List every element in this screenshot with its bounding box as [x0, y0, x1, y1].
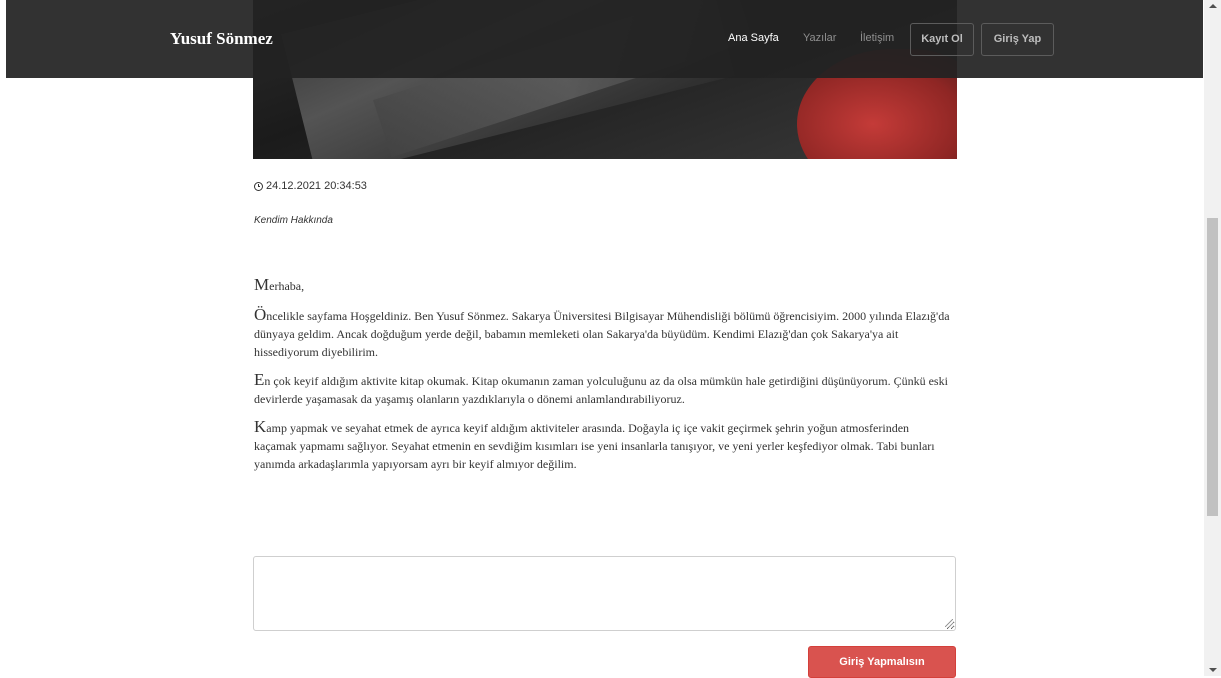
nav-link-contact[interactable]: İletişim — [860, 32, 894, 44]
login-button[interactable]: Giriş Yap — [981, 23, 1054, 56]
brand-link[interactable]: Yusuf Sönmez — [170, 29, 273, 49]
scroll-up-arrow-icon[interactable] — [1209, 4, 1217, 8]
dropcap: Ö — [254, 305, 267, 324]
dropcap: K — [254, 417, 267, 436]
page-scrollbar[interactable] — [1204, 0, 1221, 676]
clock-icon — [254, 181, 263, 191]
post-paragraph: Merhaba, — [254, 276, 954, 295]
post-paragraph: En çok keyif aldığım aktivite kitap okum… — [254, 371, 954, 408]
paragraph-text: n çok keyif aldığım aktivite kitap okuma… — [254, 374, 948, 406]
post-paragraph: Öncelikle sayfama Hoşgeldiniz. Ben Yusuf… — [254, 306, 954, 361]
paragraph-text: erhaba, — [269, 279, 305, 293]
submit-comment-button[interactable]: Giriş Yapmalısın — [808, 646, 956, 678]
nav-link-posts[interactable]: Yazılar — [803, 32, 836, 44]
post-category: Kendim Hakkında — [254, 215, 333, 226]
post-body: Merhaba, Öncelikle sayfama Hoşgeldiniz. … — [254, 276, 954, 483]
post-timestamp: 24.12.2021 20:34:53 — [254, 180, 367, 192]
dropcap: M — [254, 275, 270, 294]
paragraph-text: ncelikle sayfama Hoşgeldiniz. Ben Yusuf … — [254, 309, 950, 359]
paragraph-text: amp yapmak ve seyahat etmek de ayrıca ke… — [254, 421, 935, 471]
post-timestamp-text: 24.12.2021 20:34:53 — [266, 180, 367, 192]
textarea-resize-handle[interactable] — [945, 619, 953, 627]
comment-textarea[interactable] — [253, 556, 956, 631]
scroll-thumb[interactable] — [1207, 218, 1218, 516]
scroll-down-arrow-icon[interactable] — [1209, 668, 1217, 672]
dropcap: E — [254, 370, 265, 389]
navbar: Yusuf Sönmez Ana Sayfa Yazılar İletişim … — [6, 0, 1203, 78]
post-paragraph: Kamp yapmak ve seyahat etmek de ayrıca k… — [254, 418, 954, 473]
register-button[interactable]: Kayıt Ol — [910, 23, 974, 56]
nav-link-home[interactable]: Ana Sayfa — [728, 32, 779, 44]
